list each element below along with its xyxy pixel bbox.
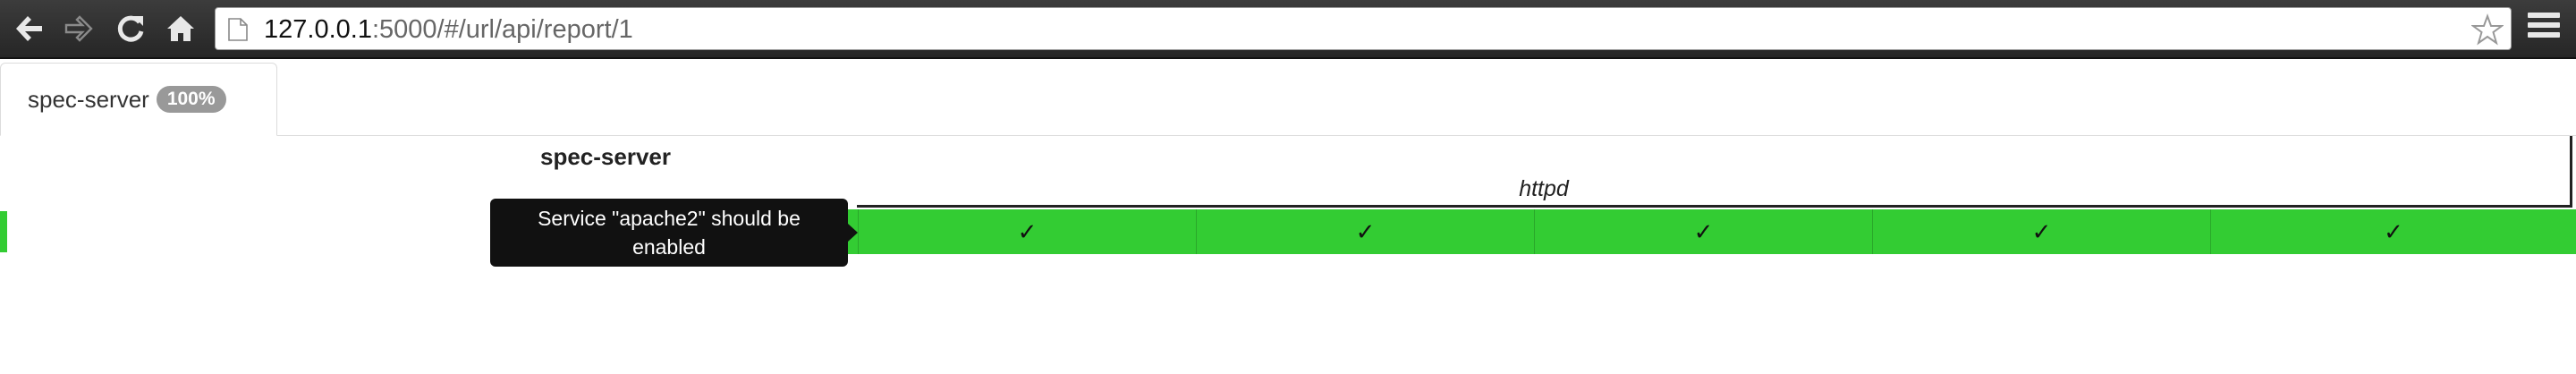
group-label: httpd	[1519, 176, 1569, 201]
forward-arrow-icon	[64, 15, 93, 42]
check-icon: ✓	[1693, 217, 1714, 245]
address-bar[interactable]: 127.0.0.1:5000/#/url/api/report/1	[215, 7, 2512, 50]
check-icon: ✓	[1017, 217, 1038, 245]
result-cell[interactable]: ✓	[859, 209, 1197, 254]
url-host: 127.0.0.1	[264, 15, 372, 44]
result-cell[interactable]: ✓	[1197, 209, 1535, 254]
menu-icon[interactable]	[2528, 13, 2560, 45]
result-tooltip: Service "apache2" should be enabled	[490, 199, 848, 267]
tab-spec-server[interactable]: spec-server 100%	[0, 63, 277, 136]
url-path: :5000/#/url/api/report/1	[371, 15, 633, 44]
back-arrow-icon	[16, 16, 42, 41]
result-cell[interactable]: ✓	[1535, 209, 1873, 254]
reload-button[interactable]	[111, 9, 150, 48]
check-icon: ✓	[2384, 217, 2403, 245]
result-cell[interactable]: ✓	[1873, 209, 2211, 254]
browser-toolbar: 127.0.0.1:5000/#/url/api/report/1	[0, 0, 2576, 59]
result-cell[interactable]: ✓	[2211, 209, 2576, 254]
server-title: spec-server	[540, 143, 671, 170]
row-status-indicator	[0, 211, 7, 252]
page-icon	[228, 18, 248, 41]
url-text: 127.0.0.1:5000/#/url/api/report/1	[264, 8, 633, 51]
home-icon	[167, 16, 194, 41]
tab-label: spec-server	[28, 85, 149, 113]
check-icon: ✓	[1355, 217, 1376, 245]
report-tabs: spec-server 100%	[0, 59, 2576, 136]
reload-icon	[117, 15, 144, 42]
tooltip-text: Service "apache2" should be enabled	[538, 207, 801, 259]
forward-button[interactable]	[59, 9, 98, 48]
check-icon: ✓	[2031, 217, 2052, 245]
success-rate-badge: 100%	[156, 86, 226, 113]
back-button[interactable]	[11, 9, 50, 48]
tooltip-arrow	[848, 224, 858, 242]
star-icon[interactable]	[2471, 13, 2504, 46]
home-button[interactable]	[161, 9, 200, 48]
